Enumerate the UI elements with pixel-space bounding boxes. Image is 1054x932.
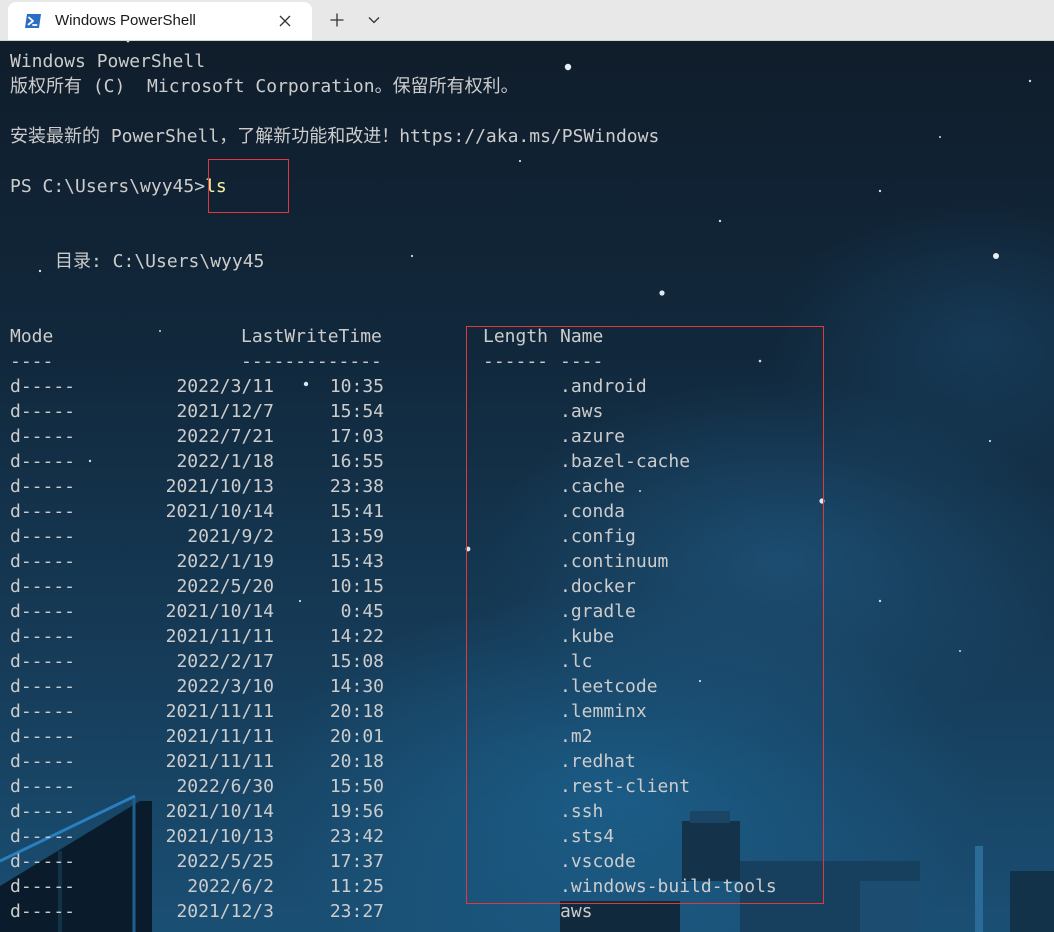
table-row: d----- 2021/11/11 20:18 .lemminx bbox=[10, 699, 810, 724]
directory-label: 目录: C:\Users\wyy45 bbox=[55, 251, 265, 272]
table-row: d----- 2021/10/14 19:56 .ssh bbox=[10, 799, 810, 824]
table-row: d----- 2022/1/19 15:43 .continuum bbox=[10, 549, 810, 574]
row-name: .kube bbox=[560, 626, 615, 647]
row-name: .ssh bbox=[560, 801, 604, 822]
row-time: 17:03 bbox=[329, 426, 384, 447]
table-row: d----- 2021/11/11 20:18 .redhat bbox=[10, 749, 810, 774]
row-name: .bazel-cache bbox=[560, 451, 691, 472]
table-row: d----- 2022/3/10 14:30 .leetcode bbox=[10, 674, 810, 699]
plus-icon[interactable] bbox=[322, 6, 352, 34]
powershell-icon bbox=[24, 13, 42, 29]
row-time: 14:30 bbox=[329, 676, 384, 697]
row-time: 15:50 bbox=[329, 776, 384, 797]
separator-mode: ---- bbox=[10, 351, 54, 372]
close-icon[interactable] bbox=[272, 10, 298, 32]
row-name: .redhat bbox=[560, 751, 636, 772]
table-row: d----- 2021/12/7 15:54 .aws bbox=[10, 399, 810, 424]
table-row: d----- 2022/3/11 10:35 .android bbox=[10, 374, 810, 399]
table-row: d----- 2021/10/14 0:45 .gradle bbox=[10, 599, 810, 624]
row-time: 20:01 bbox=[329, 726, 384, 747]
table-row: d----- 2022/2/17 15:08 .lc bbox=[10, 649, 810, 674]
table-row: d----- 2022/7/21 17:03 .azure bbox=[10, 424, 810, 449]
table-row: d----- 2022/6/30 15:50 .rest-client bbox=[10, 774, 810, 799]
header-line-copyright: 版权所有 (C) Microsoft Corporation。保留所有权利。 bbox=[10, 76, 519, 97]
table-row: d----- 2022/5/25 17:37 .vscode bbox=[10, 849, 810, 874]
tab-title: Windows PowerShell bbox=[55, 12, 196, 29]
row-time: 15:43 bbox=[329, 551, 384, 572]
table-row: d----- 2021/10/13 23:38 .cache bbox=[10, 474, 810, 499]
row-time: 20:18 bbox=[329, 751, 384, 772]
row-name: aws bbox=[560, 901, 593, 922]
row-name: .docker bbox=[560, 576, 636, 597]
table-row: d----- 2021/12/3 23:27 aws bbox=[10, 899, 810, 924]
prompt-line: PS C:\Users\wyy45>ls bbox=[10, 174, 227, 199]
row-time: 23:38 bbox=[329, 476, 384, 497]
row-time: 23:42 bbox=[329, 826, 384, 847]
table-row: d----- 2022/1/18 16:55 .bazel-cache bbox=[10, 449, 810, 474]
row-time: 16:55 bbox=[329, 451, 384, 472]
tab-windows-powershell[interactable]: Windows PowerShell bbox=[8, 2, 312, 40]
row-time: 23:27 bbox=[329, 901, 384, 922]
row-time: 13:59 bbox=[329, 526, 384, 547]
row-name: .windows-build-tools bbox=[560, 876, 777, 897]
terminal-area[interactable]: Windows PowerShell 版权所有 (C) Microsoft Co… bbox=[0, 41, 1054, 932]
row-name: .config bbox=[560, 526, 636, 547]
command-text: ls bbox=[205, 176, 227, 197]
prompt-text: PS C:\Users\wyy45> bbox=[10, 176, 206, 197]
row-time: 0:45 bbox=[340, 601, 384, 622]
table-row: d----- 2021/11/11 20:01 .m2 bbox=[10, 724, 810, 749]
row-name: .azure bbox=[560, 426, 626, 447]
row-time: 15:08 bbox=[329, 651, 384, 672]
separator-length: ------ bbox=[483, 351, 549, 372]
column-header-length: Length bbox=[483, 326, 549, 347]
separator-lastwritetime: ------------- bbox=[241, 351, 382, 372]
table-row: d----- 2022/5/20 10:15 .docker bbox=[10, 574, 810, 599]
row-time: 17:37 bbox=[329, 851, 384, 872]
row-name: .lemminx bbox=[560, 701, 647, 722]
header-line-title: Windows PowerShell bbox=[10, 51, 206, 72]
title-bar: Windows PowerShell bbox=[0, 0, 1054, 41]
row-time: 10:35 bbox=[329, 376, 384, 397]
row-time: 20:18 bbox=[329, 701, 384, 722]
table-row: d----- 2021/11/11 14:22 .kube bbox=[10, 624, 810, 649]
table-row: d----- 2021/10/14 15:41 .conda bbox=[10, 499, 810, 524]
table-row: d----- 2022/6/2 11:25 .windows-build-tools bbox=[10, 874, 810, 899]
column-header-name: Name bbox=[560, 326, 604, 347]
row-name: .sts4 bbox=[560, 826, 615, 847]
column-header-mode: Mode bbox=[10, 326, 54, 347]
row-name: .gradle bbox=[560, 601, 636, 622]
row-time: 14:22 bbox=[329, 626, 384, 647]
separator-name: ---- bbox=[560, 351, 604, 372]
row-name: .conda bbox=[560, 501, 626, 522]
row-name: .leetcode bbox=[560, 676, 658, 697]
table-row: d----- 2021/10/13 23:42 .sts4 bbox=[10, 824, 810, 849]
row-time: 19:56 bbox=[329, 801, 384, 822]
row-name: .aws bbox=[560, 401, 604, 422]
row-time: 11:25 bbox=[329, 876, 384, 897]
row-name: .rest-client bbox=[560, 776, 691, 797]
row-name: .vscode bbox=[560, 851, 636, 872]
row-name: .android bbox=[560, 376, 647, 397]
row-name: .m2 bbox=[560, 726, 593, 747]
chevron-down-icon[interactable] bbox=[360, 6, 388, 34]
row-name: .continuum bbox=[560, 551, 669, 572]
row-name: .cache bbox=[560, 476, 626, 497]
column-header-lastwritetime: LastWriteTime bbox=[241, 326, 382, 347]
row-time: 15:41 bbox=[329, 501, 384, 522]
row-time: 15:54 bbox=[329, 401, 384, 422]
row-time: 10:15 bbox=[329, 576, 384, 597]
row-name: .lc bbox=[560, 651, 593, 672]
header-line-install-hint: 安装最新的 PowerShell，了解新功能和改进！https://aka.ms… bbox=[10, 126, 660, 147]
table-row: d----- 2021/9/2 13:59 .config bbox=[10, 524, 810, 549]
